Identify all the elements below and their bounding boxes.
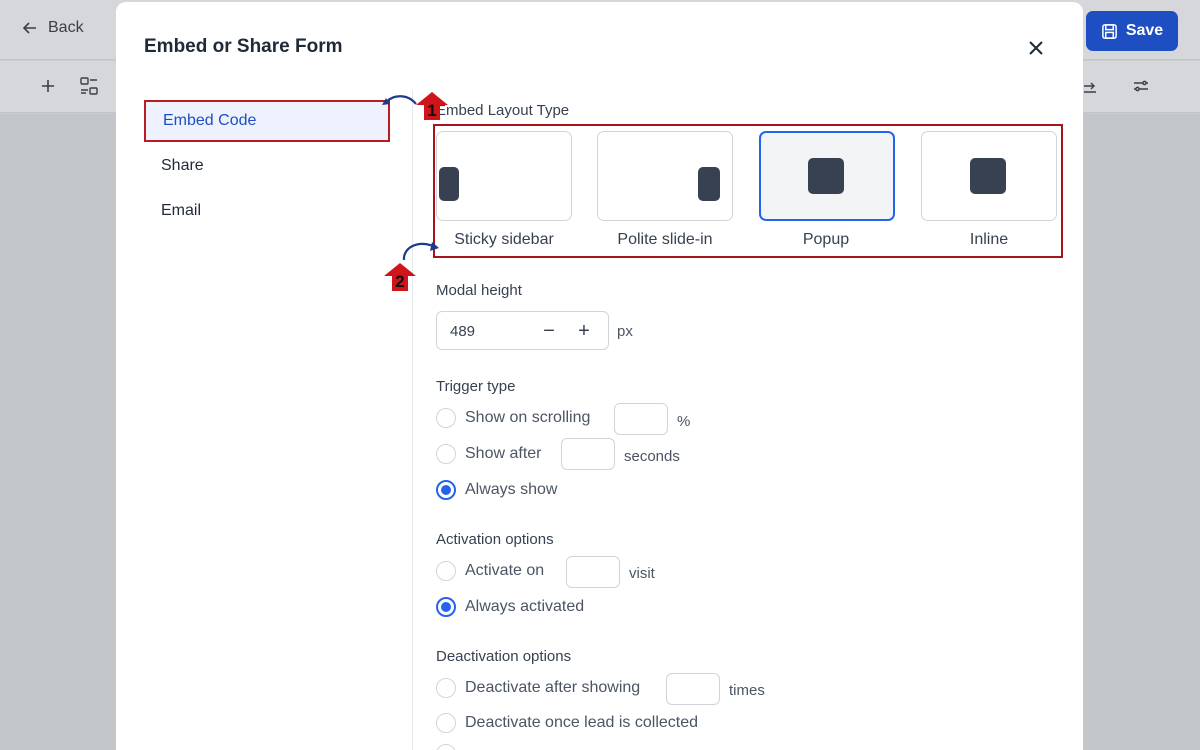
visit-unit: visit	[629, 565, 655, 582]
trigger-type-label: Trigger type	[436, 378, 516, 395]
radio-label: Show on scrolling	[465, 409, 591, 426]
modal-height-value[interactable]: 489	[450, 323, 475, 340]
back-label: Back	[48, 19, 84, 36]
modal-height-stepper[interactable]: 489 − +	[436, 311, 609, 350]
sidebar-item-email[interactable]: Email	[144, 190, 390, 232]
deactivation-option-cutoff[interactable]	[436, 742, 456, 750]
layout-option-label: Popup	[802, 231, 850, 248]
deactivation-options-label: Deactivation options	[436, 648, 572, 665]
layout-icon[interactable]	[79, 76, 99, 96]
activation-option-activate-on[interactable]: Activate on	[436, 559, 544, 583]
sidebar-item-label: Share	[161, 157, 204, 174]
times-unit: times	[729, 682, 765, 699]
seconds-unit: seconds	[624, 448, 680, 465]
popup-preview	[808, 158, 844, 194]
radio-button[interactable]	[436, 408, 456, 428]
sidebar-divider	[412, 90, 413, 750]
radio-label: Always show	[465, 481, 558, 498]
activation-option-always-activated[interactable]: Always activated	[436, 595, 584, 619]
radio-button-checked[interactable]	[436, 597, 456, 617]
layout-option-sticky-sidebar[interactable]	[436, 131, 572, 221]
deactivate-times-input[interactable]	[666, 673, 720, 705]
sticky-sidebar-preview	[439, 167, 459, 201]
embed-share-modal: Embed or Share Form Embed Code Share Ema…	[116, 2, 1083, 750]
annotation-step-2: 2	[395, 272, 405, 291]
floppy-disk-icon	[1101, 23, 1117, 39]
close-icon	[1029, 41, 1043, 55]
back-button[interactable]: Back	[22, 19, 84, 37]
layout-option-popup[interactable]	[759, 131, 895, 221]
radio-label: Activate on	[465, 562, 545, 579]
sidebar-item-share[interactable]: Share	[144, 145, 390, 187]
activate-on-visit-input[interactable]	[566, 556, 620, 588]
radio-button[interactable]	[436, 713, 456, 733]
trigger-option-scrolling[interactable]: Show on scrolling	[436, 406, 590, 430]
trigger-option-always-show[interactable]: Always show	[436, 478, 557, 502]
radio-button[interactable]	[436, 561, 456, 581]
annotation-step-2-badge: 2	[383, 262, 417, 292]
activation-options-label: Activation options	[436, 531, 554, 548]
radio-label: Always activated	[465, 598, 585, 615]
layout-option-label: Inline	[969, 231, 1009, 248]
annotation-curved-arrow-icon	[382, 95, 417, 105]
slide-in-preview	[698, 167, 720, 201]
deactivation-option-after-showing[interactable]: Deactivate after showing	[436, 676, 640, 700]
radio-label: Deactivate after showing	[465, 679, 641, 696]
inline-preview	[970, 158, 1006, 194]
scroll-percent-input[interactable]	[614, 403, 668, 435]
settings-sliders-icon[interactable]	[1131, 76, 1151, 96]
radio-label: Show after	[465, 445, 542, 462]
annotation-curved-arrow-icon	[402, 242, 439, 261]
sidebar-item-label: Embed Code	[163, 112, 257, 129]
save-label: Save	[1125, 22, 1164, 39]
modal-title: Embed or Share Form	[144, 36, 343, 57]
close-button[interactable]	[1024, 36, 1048, 60]
deactivation-option-lead-collected[interactable]: Deactivate once lead is collected	[436, 711, 698, 735]
sidebar-item-label: Email	[161, 202, 202, 219]
annotation-step-1: 1	[427, 101, 437, 120]
modal-height-label: Modal height	[436, 282, 522, 299]
save-button[interactable]: Save	[1086, 11, 1178, 51]
modal-height-unit: px	[617, 323, 633, 340]
sidebar-item-embed-code[interactable]: Embed Code	[144, 100, 390, 142]
show-after-seconds-input[interactable]	[561, 438, 615, 470]
embed-layout-label: Embed Layout Type	[436, 102, 570, 119]
increment-button[interactable]: +	[570, 319, 598, 343]
percent-unit: %	[677, 413, 691, 430]
annotation-step-1-badge: 1	[415, 91, 449, 121]
radio-button[interactable]	[436, 678, 456, 698]
layout-option-label: Polite slide-in	[617, 231, 713, 248]
export-icon[interactable]	[1080, 76, 1100, 96]
radio-label: Deactivate once lead is collected	[465, 714, 699, 731]
arrow-left-icon	[22, 22, 36, 34]
layout-option-label: Sticky sidebar	[454, 231, 554, 248]
layout-option-polite-slide-in[interactable]	[597, 131, 733, 221]
radio-button[interactable]	[436, 744, 456, 750]
trigger-option-show-after[interactable]: Show after	[436, 442, 541, 466]
plus-icon[interactable]	[38, 76, 58, 96]
radio-button-checked[interactable]	[436, 480, 456, 500]
layout-option-inline[interactable]	[921, 131, 1057, 221]
radio-button[interactable]	[436, 444, 456, 464]
decrement-button[interactable]: −	[535, 319, 563, 343]
